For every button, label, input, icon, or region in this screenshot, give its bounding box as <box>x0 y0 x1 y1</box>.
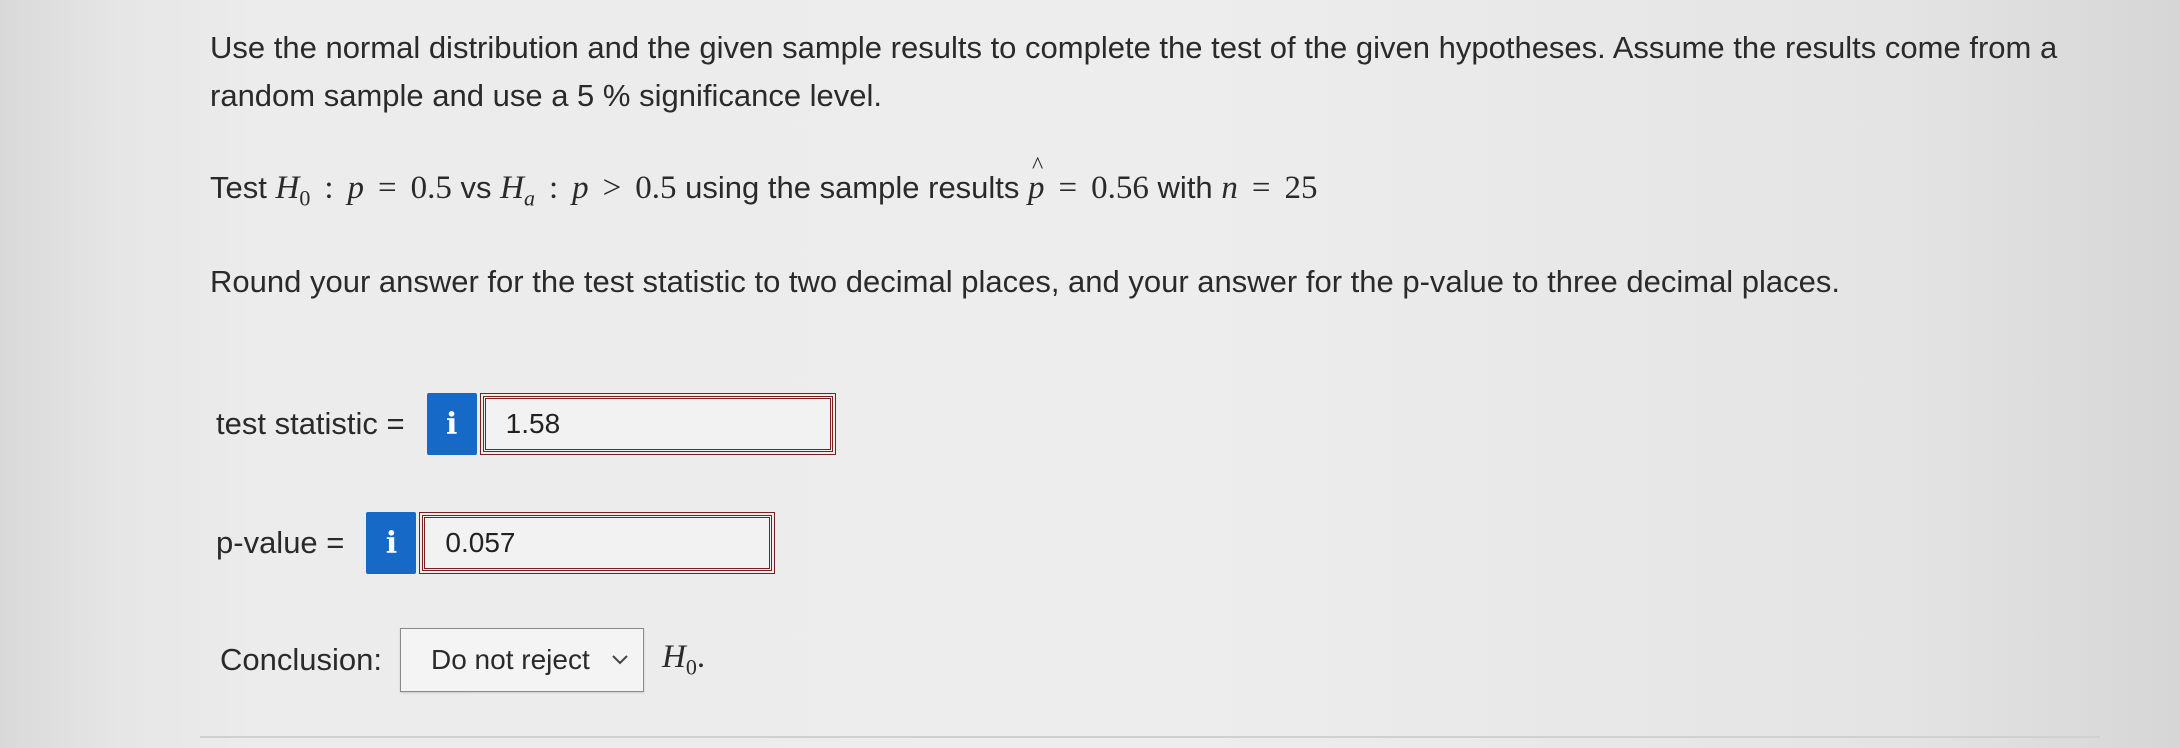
test-prefix: Test <box>210 170 267 205</box>
sample-size: n = 25 <box>1221 170 1318 206</box>
test-statistic-input[interactable]: 1.58 <box>479 393 836 455</box>
hypothesis-line: Test H0: p = 0.5 vs Ha: p >0.5 using the samp… <box>210 142 1318 223</box>
rounding-instructions: Round your answer for the test statistic… <box>210 264 1841 299</box>
test-statistic-row: test statistic = i 1.58 <box>216 393 836 455</box>
alt-hypothesis: Ha: p >0.5 <box>500 170 677 211</box>
p-value-row: p-value = i 0.057 <box>216 512 776 574</box>
with-text: with <box>1157 170 1213 205</box>
p-value-input[interactable]: 0.057 <box>419 512 776 574</box>
conclusion-label: Conclusion: <box>220 642 382 677</box>
sample-text: using the sample results <box>685 170 1020 205</box>
divider <box>200 736 2100 738</box>
sample-proportion: p=0.56 <box>1028 142 1149 206</box>
question-intro: Use the normal distribution and the give… <box>210 30 2058 113</box>
vs-text: vs <box>460 170 492 205</box>
question-page: Use the normal distribution and the give… <box>0 0 2180 748</box>
info-icon[interactable]: i <box>426 393 477 455</box>
chevron-down-icon <box>609 649 631 671</box>
conclusion-row: Conclusion: Do not reject H0. <box>220 628 705 692</box>
p-value-label: p-value = <box>216 525 345 560</box>
conclusion-hypothesis: H0. <box>661 639 706 680</box>
conclusion-select[interactable]: Do not reject <box>399 628 644 692</box>
test-statistic-label: test statistic = <box>216 406 405 441</box>
info-icon[interactable]: i <box>366 512 417 574</box>
null-hypothesis: H0: p = 0.5 <box>275 170 452 211</box>
conclusion-selected-value: Do not reject <box>430 644 590 675</box>
